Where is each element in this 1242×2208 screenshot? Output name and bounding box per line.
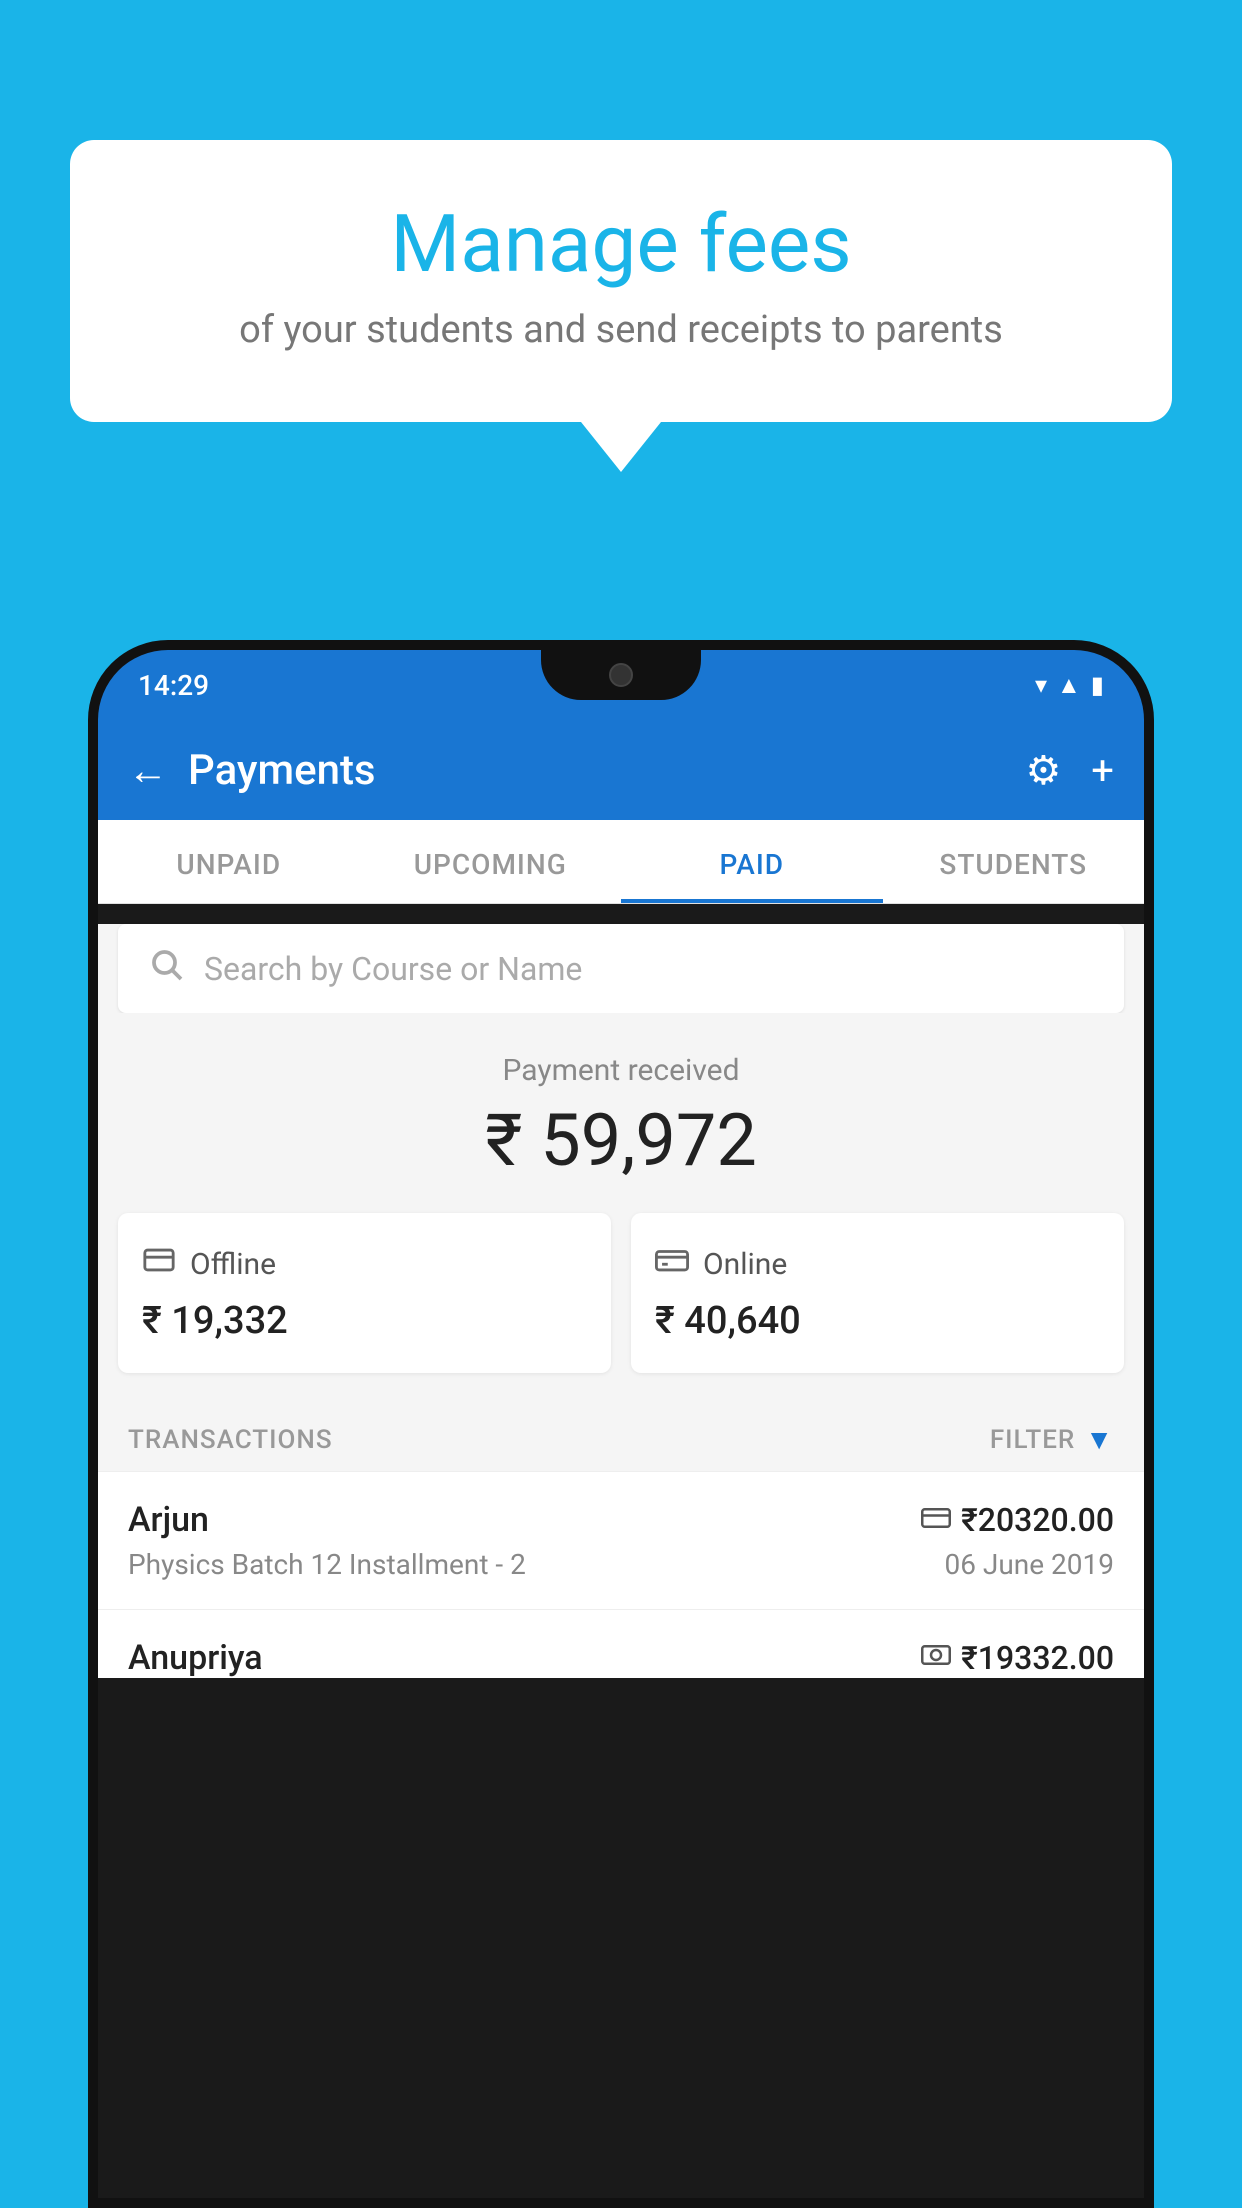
search-placeholder: Search by Course or Name <box>204 950 582 988</box>
transaction-amount-2: ₹19332.00 <box>961 1639 1114 1677</box>
speech-bubble-wrapper: Manage fees of your students and send re… <box>70 140 1172 472</box>
tab-paid[interactable]: PAID <box>621 820 883 903</box>
battery-icon: ▮ <box>1091 671 1104 699</box>
transactions-label: TRANSACTIONS <box>128 1425 333 1455</box>
filter-button[interactable]: FILTER ▼ <box>990 1423 1114 1456</box>
transaction-amount-wrap: ₹20320.00 <box>921 1501 1114 1539</box>
payment-received-section: Payment received ₹ 59,972 <box>98 1013 1144 1213</box>
header-actions: ⚙ + <box>1025 747 1114 794</box>
page-background: Manage fees of your students and send re… <box>0 0 1242 2208</box>
offline-label: Offline <box>190 1247 276 1282</box>
settings-icon[interactable]: ⚙ <box>1025 747 1061 794</box>
online-card: Online ₹ 40,640 <box>631 1213 1124 1373</box>
tab-students[interactable]: STUDENTS <box>883 820 1145 903</box>
speech-bubble-title: Manage fees <box>150 200 1092 288</box>
speech-bubble-arrow <box>581 422 661 472</box>
transaction-row-partial-top: Anupriya ₹19332.00 <box>128 1638 1114 1678</box>
transaction-name: Arjun <box>128 1500 209 1540</box>
signal-icon: ▲ <box>1057 671 1081 700</box>
transactions-header: TRANSACTIONS FILTER ▼ <box>98 1403 1144 1471</box>
back-button[interactable]: ← <box>128 747 168 794</box>
search-bar[interactable]: Search by Course or Name <box>118 924 1124 1013</box>
online-card-header: Online <box>655 1243 1100 1285</box>
online-label: Online <box>703 1247 787 1282</box>
payment-cards: Offline ₹ 19,332 Online <box>98 1213 1144 1403</box>
transaction-amount-wrap-2: ₹19332.00 <box>921 1639 1114 1677</box>
online-icon <box>655 1243 689 1285</box>
payment-received-amount: ₹ 59,972 <box>118 1098 1124 1183</box>
app-content: Search by Course or Name Payment receive… <box>98 924 1144 1678</box>
header-title: Payments <box>188 746 1025 795</box>
transaction-row-top: Arjun ₹20320.00 <box>128 1500 1114 1540</box>
payment-received-label: Payment received <box>118 1053 1124 1088</box>
tab-upcoming[interactable]: UPCOMING <box>360 820 622 903</box>
transaction-row-partial[interactable]: Anupriya ₹19332.00 <box>98 1609 1144 1678</box>
camera-icon <box>609 663 633 687</box>
offline-card-header: Offline <box>142 1243 587 1285</box>
transaction-name-2: Anupriya <box>128 1638 263 1678</box>
transaction-amount: ₹20320.00 <box>961 1501 1114 1539</box>
speech-bubble-subtitle: of your students and send receipts to pa… <box>150 308 1092 352</box>
transaction-row-bottom: Physics Batch 12 Installment - 2 06 June… <box>128 1548 1114 1581</box>
filter-label: FILTER <box>990 1425 1075 1455</box>
filter-icon: ▼ <box>1085 1423 1114 1456</box>
app-header: ← Payments ⚙ + <box>98 720 1144 820</box>
speech-bubble: Manage fees of your students and send re… <box>70 140 1172 422</box>
offline-card: Offline ₹ 19,332 <box>118 1213 611 1373</box>
transaction-row[interactable]: Arjun ₹20320.00 Physics Batch 12 Install… <box>98 1471 1144 1609</box>
transaction-cash-icon <box>921 1641 951 1676</box>
offline-icon <box>142 1243 176 1285</box>
tabs-bar: UNPAID UPCOMING PAID STUDENTS <box>98 820 1144 904</box>
notch <box>541 650 701 700</box>
phone-frame: 14:29 ▾ ▲ ▮ ← Payments ⚙ + UNPAID <box>88 640 1154 2208</box>
search-icon <box>148 946 184 991</box>
transaction-date: 06 June 2019 <box>944 1548 1114 1581</box>
transaction-course: Physics Batch 12 Installment - 2 <box>128 1548 526 1581</box>
status-time: 14:29 <box>138 669 209 702</box>
online-amount: ₹ 40,640 <box>655 1299 1100 1343</box>
tab-unpaid[interactable]: UNPAID <box>98 820 360 903</box>
status-bar: 14:29 ▾ ▲ ▮ <box>98 650 1144 720</box>
transaction-card-icon <box>921 1504 951 1537</box>
offline-amount: ₹ 19,332 <box>142 1299 587 1343</box>
wifi-icon: ▾ <box>1035 671 1047 699</box>
status-icons: ▾ ▲ ▮ <box>1035 671 1104 700</box>
add-button[interactable]: + <box>1091 747 1114 794</box>
